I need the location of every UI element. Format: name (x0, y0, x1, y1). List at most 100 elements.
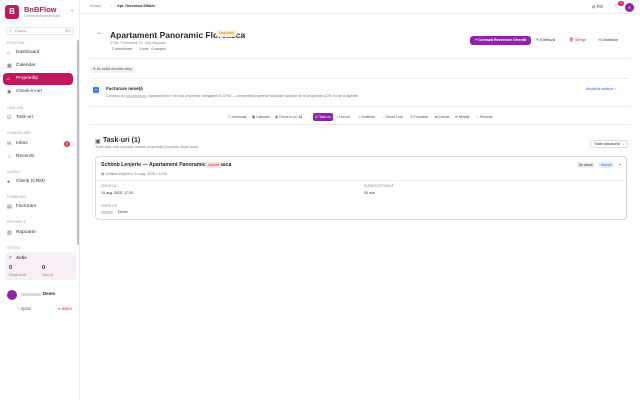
section-system: Sistem (7, 246, 21, 250)
breadcrumb-current: Apt. floreasca-5f8d2c (117, 4, 156, 8)
sidebar-item-dashboard[interactable]: ⌂ Dashboard (3, 47, 73, 59)
banner-desc-text: Apartamentul e al unui proprietar înregi… (148, 94, 360, 98)
user-menu[interactable]: Demo (5, 289, 76, 301)
delete-button[interactable]: 🗑 Șterge (569, 36, 586, 45)
channels-icon: ⇄ (435, 115, 438, 119)
button-label: Șterge (574, 38, 587, 42)
urgent-badge: Urgente (206, 162, 222, 168)
sidebar-item-checkins[interactable]: ◉ Check-in-uri (3, 86, 73, 98)
tab-tasks[interactable]: ☑ Task-uri (313, 113, 333, 121)
sidebar-item-label: Dashboard (16, 50, 40, 55)
tasks-description: Toate task-urile asociate acestei propri… (95, 145, 199, 149)
tab-label: Task-uri (318, 115, 331, 119)
back-arrow-icon[interactable]: ← (97, 30, 103, 36)
sidebar-item-calendar[interactable]: ▦ Calendar (3, 60, 73, 72)
tab-live[interactable]: ⌁ Live-uri (336, 113, 350, 121)
sidebar-item-tasks[interactable]: ☑ Task-uri (3, 112, 73, 124)
checkbox-icon: ☑ (7, 115, 12, 121)
redacted-text (125, 94, 148, 98)
help-link[interactable]: ◌ Ajutor (17, 306, 31, 311)
sidebar-item-label: Recenzii (16, 154, 35, 159)
section-tasks: Task-uri (7, 106, 24, 110)
share-button[interactable]: ⋖ Distribuie (598, 36, 618, 45)
bell-icon: ♫ (358, 115, 361, 119)
star-icon: ☆ (476, 115, 480, 119)
language-switcher[interactable]: ◍ RO (592, 4, 603, 9)
duration-value: 30 min (364, 191, 375, 195)
sidebar-item-reviews[interactable]: ☆ Recenzii (3, 151, 73, 163)
mail-icon: ✉ (455, 115, 458, 119)
task-card[interactable]: Schimb Lenjerie — Apartament Panoramic F… (95, 156, 627, 220)
mail-icon: ✉ (7, 141, 12, 147)
billing-banner: i Facturare neseță Contract cu Apartamen… (93, 84, 630, 102)
search-placeholder: Caută... (15, 28, 30, 33)
sidebar-item-crm[interactable]: ● Clienți (CRM) (3, 176, 73, 188)
collapse-sidebar-icon[interactable]: « (71, 8, 74, 14)
sidebar-item-reports[interactable]: ▥ Rapoarte (3, 227, 73, 239)
tab-label: Live-uri (339, 115, 351, 119)
tab-calendar[interactable]: ▦ Calendar (252, 113, 270, 121)
activity-tasks-label: Task-uri (42, 273, 54, 277)
calendar-icon: ▦ (7, 63, 12, 69)
sidebar-item-label: Clienți (CRM) (16, 179, 45, 184)
sidebar-scrollbar[interactable] (77, 40, 79, 245)
tab-label: Informații (232, 115, 247, 119)
created-at-value: 19 aug. 2025, 17:30 (101, 191, 133, 195)
edit-button[interactable]: ✎ Editează (536, 36, 555, 45)
sidebar-item-inbox[interactable]: ✉ Inbox 8 (3, 138, 73, 150)
section-communication: Comunicare (7, 131, 31, 135)
redacted-text (101, 211, 113, 214)
breadcrumb-separator: › (111, 4, 113, 8)
status-badge: Disponibil (216, 30, 238, 37)
tab-channels[interactable]: ⇄ Canale (435, 113, 450, 121)
task-due: ◷ 21 aug. 2025 • 11:00 (130, 172, 167, 176)
sidebar: B BnBFlow Gestionare simplificata « ⌕ Ca… (0, 0, 80, 400)
tab-label: Proprietar (413, 115, 429, 119)
share-icon: ⋖ (598, 38, 602, 42)
banner-description: Contract cu Apartamentul e al unui propr… (106, 94, 359, 98)
search-input[interactable]: ⌕ Caută... ⌘K (6, 27, 74, 35)
sidebar-item-billing[interactable]: ▤ Facturare (3, 201, 73, 213)
bell-icon[interactable]: ♢ 3 (614, 1, 624, 10)
tab-reviews[interactable]: ☆ Recenzii (476, 113, 493, 121)
tab-notifications[interactable]: ♫ Notificări (358, 113, 375, 121)
meta-bathrooms: 1 baie (139, 47, 149, 51)
task-type-text: Schimb lenjerie (105, 172, 130, 176)
clock-icon: ◷ (130, 172, 134, 176)
app-name: BnBFlow (24, 5, 57, 14)
info-icon: ⓘ (228, 115, 232, 119)
activity-card: ↗ Activ 0 0 Check-in-uri Task-uri (5, 252, 76, 280)
tab-owner[interactable]: ⚲ Proprietar (410, 113, 428, 121)
calendar-icon: ▦ (252, 115, 256, 119)
logout-link[interactable]: ⇥ Ieșire (57, 306, 72, 311)
chevron-down-icon[interactable]: ⌄ (618, 161, 622, 167)
tab-messages[interactable]: ✉ Mesaje (455, 113, 470, 121)
breadcrumb-home[interactable]: Acasă (90, 4, 101, 8)
activity-tasks-count: 0 (42, 265, 46, 271)
app-tagline: Gestionare simplificata (24, 14, 61, 18)
setup-checklist-chip[interactable]: ⚑ Nu există checklist setup (90, 66, 135, 73)
create-direct-booking-button[interactable]: + Creează Rezervare Directă (470, 36, 531, 45)
divider (90, 124, 630, 125)
tasks-title: Task-uri (1) (103, 137, 141, 144)
avatar[interactable]: A (625, 3, 634, 12)
modify-settings-link[interactable]: Modifică setările › (586, 87, 616, 91)
app-logo[interactable]: B (5, 5, 19, 19)
divider (90, 58, 630, 59)
section-principal: Principal (7, 41, 26, 45)
tab-label: Canale (438, 115, 450, 119)
tab-smart-lock[interactable]: ⌂ Smart Lock (383, 113, 403, 121)
divider (90, 106, 630, 107)
status-filter-select[interactable]: Toate statusurile ⌄ (590, 140, 628, 148)
task-status-badge: De alocat (577, 162, 595, 168)
tab-checkins[interactable]: ◉ Check-in-uri14 (275, 113, 302, 121)
logout-label: Ieșire (61, 306, 72, 311)
banner-desc-prefix: Contract cu (106, 94, 125, 98)
sidebar-item-properties[interactable]: ⌂ Proprietăți (3, 73, 73, 85)
duration-label: Durată estimată (364, 184, 394, 188)
chevron-down-icon: ⌄ (621, 142, 625, 146)
clipboard-icon: ▣ (95, 139, 101, 145)
language-label: RO (596, 4, 604, 9)
tab-information[interactable]: ⓘ Informații (228, 113, 246, 121)
section-financial: Financiar (7, 195, 26, 199)
